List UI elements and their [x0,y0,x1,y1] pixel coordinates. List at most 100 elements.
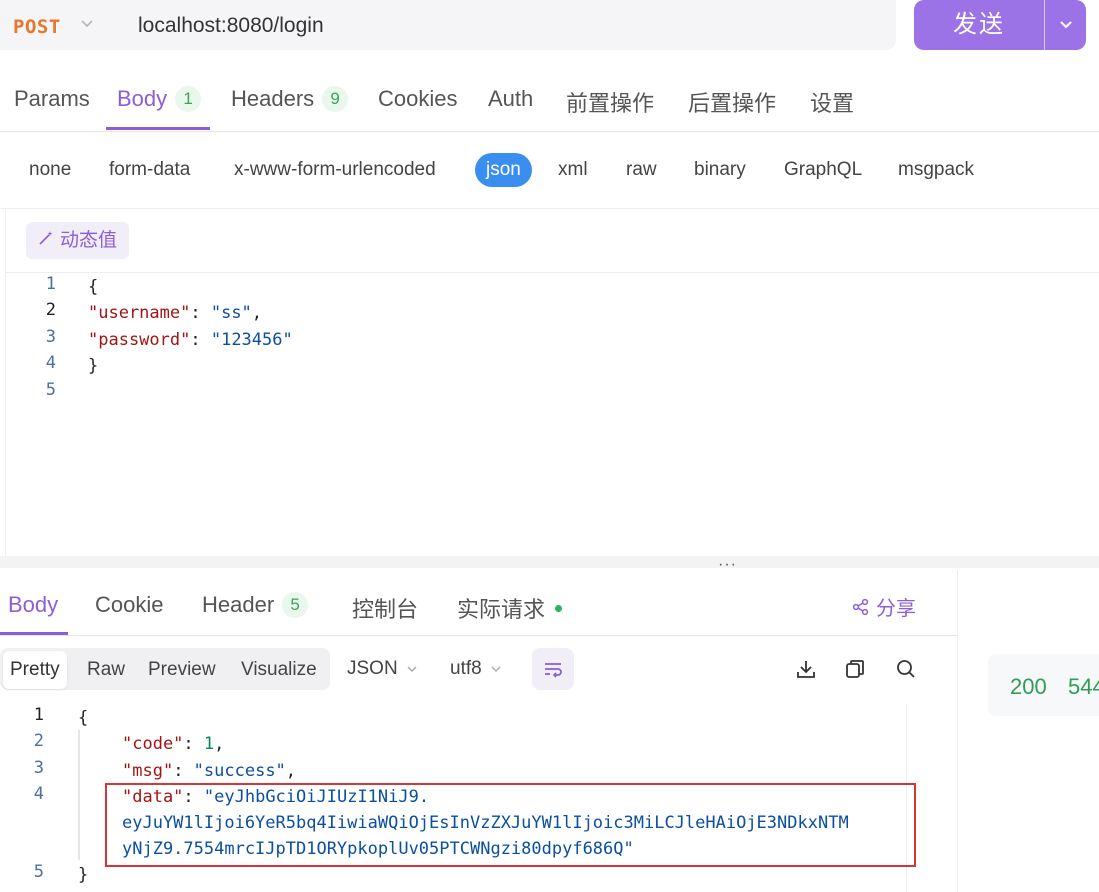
status-dot [555,605,563,612]
encoding-select[interactable]: utf8 [450,658,502,680]
tab-auth[interactable]: Auth [488,86,533,112]
url-input[interactable]: localhost:8080/login [138,14,324,38]
download-icon[interactable] [794,657,818,681]
encoding-select-value[interactable]: utf8 [450,658,482,680]
chevron-down-icon [491,666,501,673]
json-brace: } [88,356,99,376]
format-select-value[interactable]: JSON [347,658,398,680]
line-number: 1 [33,705,44,725]
json-brace: { [88,277,99,297]
json-brace: { [78,708,89,728]
json-value: "ss" [210,303,252,323]
magic-wand-icon [38,222,54,259]
tab-headers-label[interactable]: Headers [231,86,314,111]
line-number: 2 [33,731,44,751]
code-line: "username": "ss", [88,303,263,323]
body-type-raw[interactable]: raw [626,159,657,181]
status-summary: 200 544 [988,654,1099,716]
tab-body-label[interactable]: Body [117,86,167,111]
divider [0,131,1099,132]
tab-headers[interactable]: Headers 9 [231,86,349,112]
code-line: "password": "123456" [88,330,293,350]
body-type-form-data[interactable]: form-data [109,159,190,181]
tab-params[interactable]: Params [14,86,90,112]
tab-post-operations[interactable]: 后置操作 [688,86,776,118]
json-value: 1 [203,734,215,754]
wrap-lines-button[interactable] [532,648,574,690]
wrap-lines-icon [545,663,562,678]
code-line: } [78,862,88,888]
dynamic-value-button[interactable]: 动态值 [26,222,130,259]
body-type-urlencoded[interactable]: x-www-form-urlencoded [234,159,436,181]
body-type-selector: none form-data x-www-form-urlencoded jso… [0,150,1099,194]
json-key: "username" [88,303,191,323]
divider [0,635,958,636]
json-value: "123456" [210,330,293,350]
line-number: 2 [45,300,56,320]
line-number: 1 [45,274,56,294]
response-tab-actual-request[interactable]: 实际请求 [457,592,563,624]
line-number: 3 [45,327,56,347]
request-tabs: Params Body 1 Headers 9 Cookies Auth 前置操作 … [0,72,1099,132]
search-icon[interactable] [894,657,918,681]
body-type-xml[interactable]: xml [558,159,588,181]
active-tab-indicator [106,127,210,130]
code-line: "msg": "success", [122,761,297,781]
chevron-down-icon[interactable] [80,17,94,31]
view-mode-segmented-control: Pretty Raw Preview Visualize [0,648,330,690]
format-select[interactable]: JSON [347,658,418,680]
line-number: 3 [33,758,44,778]
body-type-msgpack[interactable]: msgpack [898,159,974,181]
tab-body-badge: 1 [175,86,202,112]
view-mode-pretty[interactable]: Pretty [3,651,67,689]
dynamic-value-label[interactable]: 动态值 [60,230,117,251]
json-key: "code" [122,734,184,754]
response-tab-header[interactable]: Header 5 [202,592,309,618]
response-tab-cookie[interactable]: Cookie [95,592,163,618]
code-line: } [88,353,98,379]
view-mode-visualize[interactable]: Visualize [241,659,317,681]
body-type-json[interactable]: json [475,153,532,187]
request-body-editor[interactable]: 动态值 1 2 3 4 5 { "username": "ss", "passw… [5,209,1099,556]
json-value: "success" [193,761,286,781]
share-label[interactable]: 分享 [876,592,916,621]
json-key: "password" [88,330,191,350]
line-number: 4 [33,784,44,804]
panel-resize-handle[interactable] [0,556,1099,568]
response-tab-console[interactable]: 控制台 [352,592,418,624]
chevron-down-icon[interactable] [1058,17,1074,33]
send-button-label[interactable]: 发送 [914,0,1044,50]
tab-cookies[interactable]: Cookies [378,86,457,112]
view-mode-preview[interactable]: Preview [148,659,216,681]
url-bar: POST localhost:8080/login [0,0,896,50]
response-tab-header-label[interactable]: Header [202,592,274,617]
json-key: "msg" [122,761,174,781]
share-button[interactable]: 分享 [852,592,916,621]
code-line: { [88,274,98,300]
tab-pre-operations[interactable]: 前置操作 [566,86,654,118]
send-button[interactable]: 发送 [914,0,1086,50]
response-tab-body[interactable]: Body [8,592,58,618]
divider [6,272,1099,273]
send-options-button[interactable] [1045,0,1086,50]
share-icon [852,598,869,615]
tab-settings[interactable]: 设置 [810,86,854,118]
response-tab-actual-request-label[interactable]: 实际请求 [457,597,545,622]
response-size: 544 [1068,674,1099,699]
line-number: 5 [45,380,56,400]
line-number: 5 [33,862,44,882]
code-line: { [78,705,88,731]
method-select[interactable]: POST [13,16,61,38]
copy-icon[interactable] [843,657,867,681]
chevron-down-icon [407,666,417,673]
body-type-binary[interactable]: binary [694,159,746,181]
response-tab-header-badge: 5 [282,592,309,618]
json-brace: } [78,865,89,885]
body-type-graphql[interactable]: GraphQL [784,159,862,181]
view-mode-raw[interactable]: Raw [87,659,125,681]
line-number: 4 [45,353,56,373]
drag-handle-icon[interactable]: ··· [718,557,737,573]
tab-body[interactable]: Body 1 [117,86,202,112]
response-tabs: Body Cookie Header 5 控制台 实际请求 [0,570,958,636]
body-type-none[interactable]: none [29,159,71,181]
